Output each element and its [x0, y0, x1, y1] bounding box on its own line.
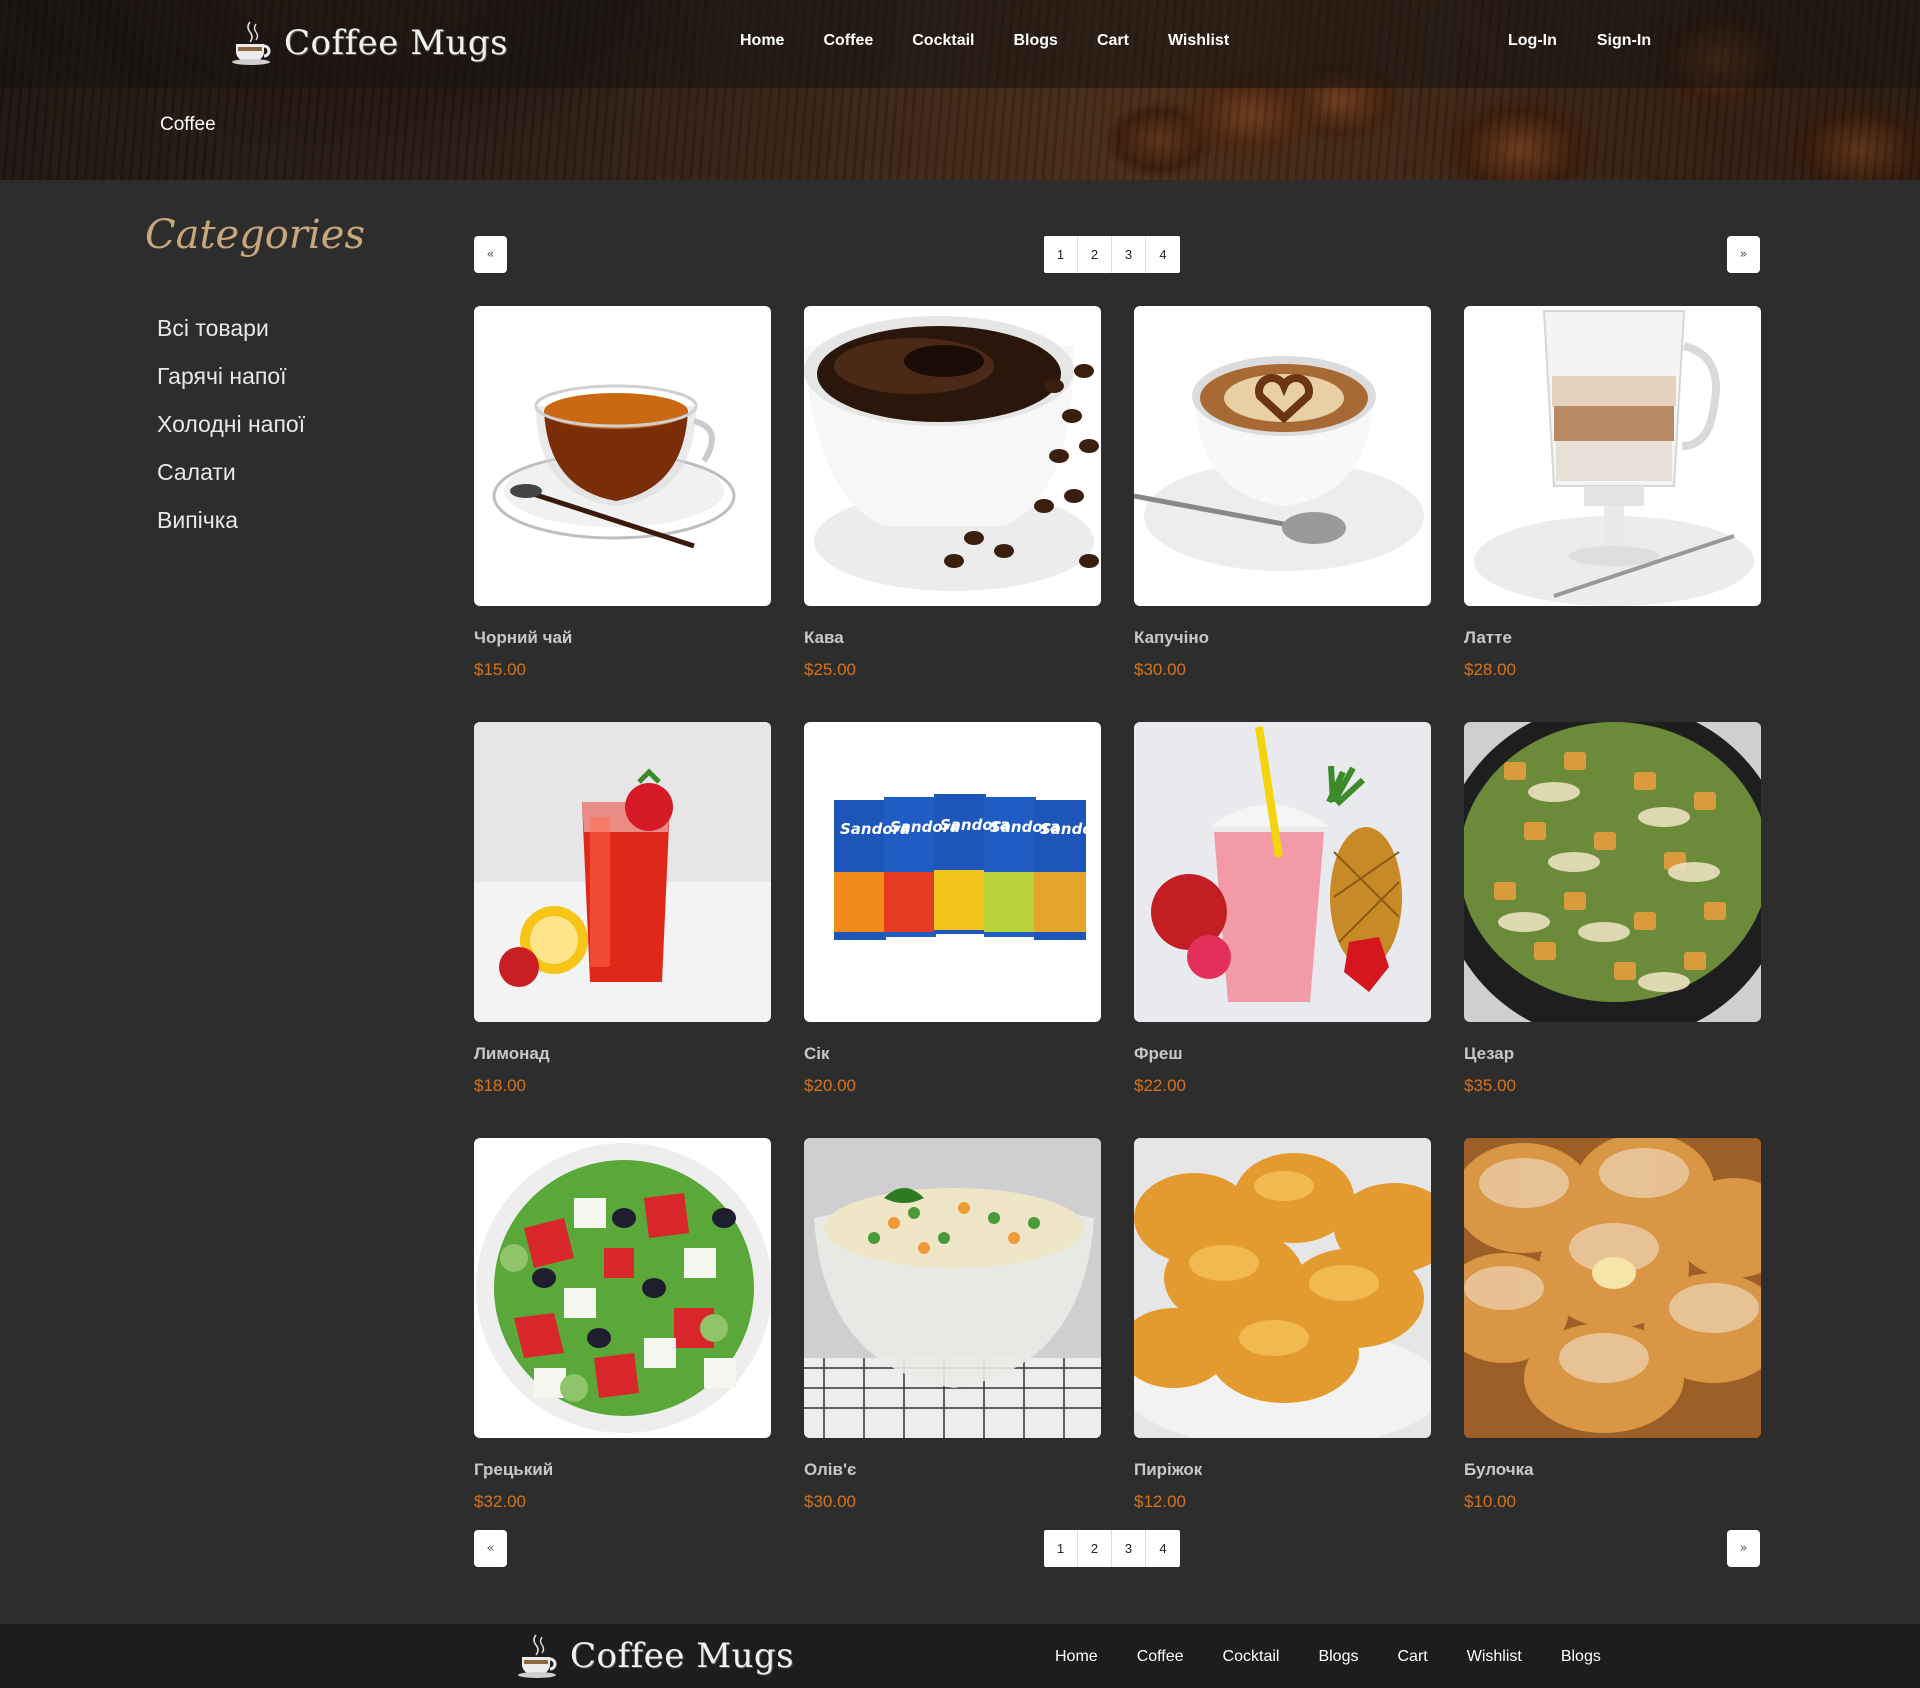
pagination-pages-top: 1 2 3 4: [1044, 236, 1180, 273]
product-card[interactable]: Фреш $22.00: [1134, 722, 1431, 1138]
product-name[interactable]: Фреш: [1134, 1044, 1431, 1066]
footer-logo[interactable]: Coffee Mugs: [516, 1631, 794, 1681]
nav-wishlist[interactable]: Wishlist: [1168, 32, 1229, 50]
nav-blogs[interactable]: Blogs: [1013, 32, 1057, 50]
product-grid: Чорний чай $15.00 Кава $25.00 Капучіно $…: [474, 306, 1761, 1554]
page-link-1[interactable]: 1: [1044, 236, 1078, 273]
product-image-juice-packs[interactable]: Sandora Sandora Sandora Sandora Sandora: [804, 722, 1101, 1022]
site-footer: Coffee Mugs Home Coffee Cocktail Blogs C…: [0, 1624, 1920, 1688]
page-breadcrumb: Coffee: [160, 114, 216, 135]
product-card[interactable]: Кава $25.00: [804, 306, 1101, 722]
product-image-caesar-salad[interactable]: [1464, 722, 1761, 1022]
product-image-lemonade[interactable]: [474, 722, 771, 1022]
footer-link-blogs-2[interactable]: Blogs: [1561, 1648, 1601, 1666]
product-card[interactable]: Латте $28.00: [1464, 306, 1761, 722]
product-name[interactable]: Булочка: [1464, 1460, 1761, 1482]
signin-link[interactable]: Sign-In: [1597, 32, 1651, 50]
product-image-latte[interactable]: [1464, 306, 1761, 606]
product-name[interactable]: Капучіно: [1134, 628, 1431, 650]
product-price: $30.00: [1134, 660, 1186, 679]
login-link[interactable]: Log-In: [1508, 32, 1557, 50]
product-price: $30.00: [804, 1492, 856, 1511]
page-link-1[interactable]: 1: [1044, 1530, 1078, 1567]
product-card[interactable]: Грецький $32.00: [474, 1138, 771, 1554]
page-link-2[interactable]: 2: [1078, 1530, 1112, 1567]
product-card[interactable]: Чорний чай $15.00: [474, 306, 771, 722]
pagination-prev-top[interactable]: «: [474, 236, 507, 273]
category-list: Всі товари Гарячі напої Холодні напої Са…: [157, 312, 305, 552]
page-link-3[interactable]: 3: [1112, 1530, 1146, 1567]
product-image-greek-salad[interactable]: [474, 1138, 771, 1438]
pagination-pages-bottom: 1 2 3 4: [1044, 1530, 1180, 1567]
product-price: $22.00: [1134, 1076, 1186, 1095]
product-card[interactable]: Капучіно $30.00: [1134, 306, 1431, 722]
nav-coffee[interactable]: Coffee: [823, 32, 873, 50]
product-image-cappuccino[interactable]: [1134, 306, 1431, 606]
footer-link-coffee[interactable]: Coffee: [1137, 1648, 1184, 1666]
juice-brand-label: Sandora: [1040, 820, 1101, 838]
auth-links: Log-In Sign-In: [1508, 32, 1651, 50]
pagination-next-top[interactable]: »: [1727, 236, 1760, 273]
product-name[interactable]: Чорний чай: [474, 628, 771, 650]
product-image-coffee-cup[interactable]: [804, 306, 1101, 606]
page-link-3[interactable]: 3: [1112, 236, 1146, 273]
product-card[interactable]: Булочка $10.00: [1464, 1138, 1761, 1554]
page-link-4[interactable]: 4: [1146, 236, 1180, 273]
footer-logo-text: Coffee Mugs: [570, 1636, 795, 1676]
footer-link-wishlist[interactable]: Wishlist: [1467, 1648, 1522, 1666]
product-price: $28.00: [1464, 660, 1516, 679]
product-price: $15.00: [474, 660, 526, 679]
nav-cart[interactable]: Cart: [1097, 32, 1129, 50]
logo-text: Coffee Mugs: [284, 23, 509, 63]
product-price: $32.00: [474, 1492, 526, 1511]
category-cold-drinks[interactable]: Холодні напої: [157, 408, 305, 456]
footer-nav: Home Coffee Cocktail Blogs Cart Wishlist…: [1055, 1648, 1640, 1666]
category-all[interactable]: Всі товари: [157, 312, 305, 360]
page-link-4[interactable]: 4: [1146, 1530, 1180, 1567]
product-card[interactable]: Олів'є $30.00: [804, 1138, 1101, 1554]
coffee-cup-logo-icon: [516, 1633, 560, 1679]
product-image-black-tea[interactable]: [474, 306, 771, 606]
top-navbar: Coffee Mugs Home Coffee Cocktail Blogs C…: [0, 0, 1920, 88]
product-price: $18.00: [474, 1076, 526, 1095]
product-name[interactable]: Сік: [804, 1044, 1101, 1066]
page-link-2[interactable]: 2: [1078, 236, 1112, 273]
product-price: $25.00: [804, 660, 856, 679]
product-card[interactable]: Пиріжок $12.00: [1134, 1138, 1431, 1554]
categories-title: Categories: [145, 212, 365, 258]
product-card[interactable]: Sandora Sandora Sandora Sandora Sandora …: [804, 722, 1101, 1138]
product-price: $10.00: [1464, 1492, 1516, 1511]
product-name[interactable]: Кава: [804, 628, 1101, 650]
product-name[interactable]: Олів'є: [804, 1460, 1101, 1482]
product-name[interactable]: Лимонад: [474, 1044, 771, 1066]
product-name[interactable]: Латте: [1464, 628, 1761, 650]
product-price: $35.00: [1464, 1076, 1516, 1095]
pagination-next-bottom[interactable]: »: [1727, 1530, 1760, 1567]
product-card[interactable]: Лимонад $18.00: [474, 722, 771, 1138]
site-logo[interactable]: Coffee Mugs: [230, 18, 508, 68]
product-image-pies[interactable]: [1134, 1138, 1431, 1438]
product-name[interactable]: Цезар: [1464, 1044, 1761, 1066]
product-image-olivier-salad[interactable]: [804, 1138, 1101, 1438]
category-hot-drinks[interactable]: Гарячі напої: [157, 360, 305, 408]
product-image-buns[interactable]: [1464, 1138, 1761, 1438]
pagination-prev-bottom[interactable]: «: [474, 1530, 507, 1567]
product-card[interactable]: Цезар $35.00: [1464, 722, 1761, 1138]
coffee-cup-logo-icon: [230, 20, 274, 66]
footer-link-cart[interactable]: Cart: [1397, 1648, 1427, 1666]
footer-link-blogs[interactable]: Blogs: [1318, 1648, 1358, 1666]
footer-link-cocktail[interactable]: Cocktail: [1223, 1648, 1280, 1666]
product-image-smoothie[interactable]: [1134, 722, 1431, 1022]
category-salads[interactable]: Салати: [157, 456, 305, 504]
category-pastry[interactable]: Випічка: [157, 504, 305, 552]
product-price: $20.00: [804, 1076, 856, 1095]
product-name[interactable]: Пиріжок: [1134, 1460, 1431, 1482]
product-price: $12.00: [1134, 1492, 1186, 1511]
nav-home[interactable]: Home: [740, 32, 784, 50]
nav-cocktail[interactable]: Cocktail: [912, 32, 974, 50]
product-name[interactable]: Грецький: [474, 1460, 771, 1482]
footer-link-home[interactable]: Home: [1055, 1648, 1098, 1666]
main-nav: Home Coffee Cocktail Blogs Cart Wishlist: [740, 32, 1268, 50]
